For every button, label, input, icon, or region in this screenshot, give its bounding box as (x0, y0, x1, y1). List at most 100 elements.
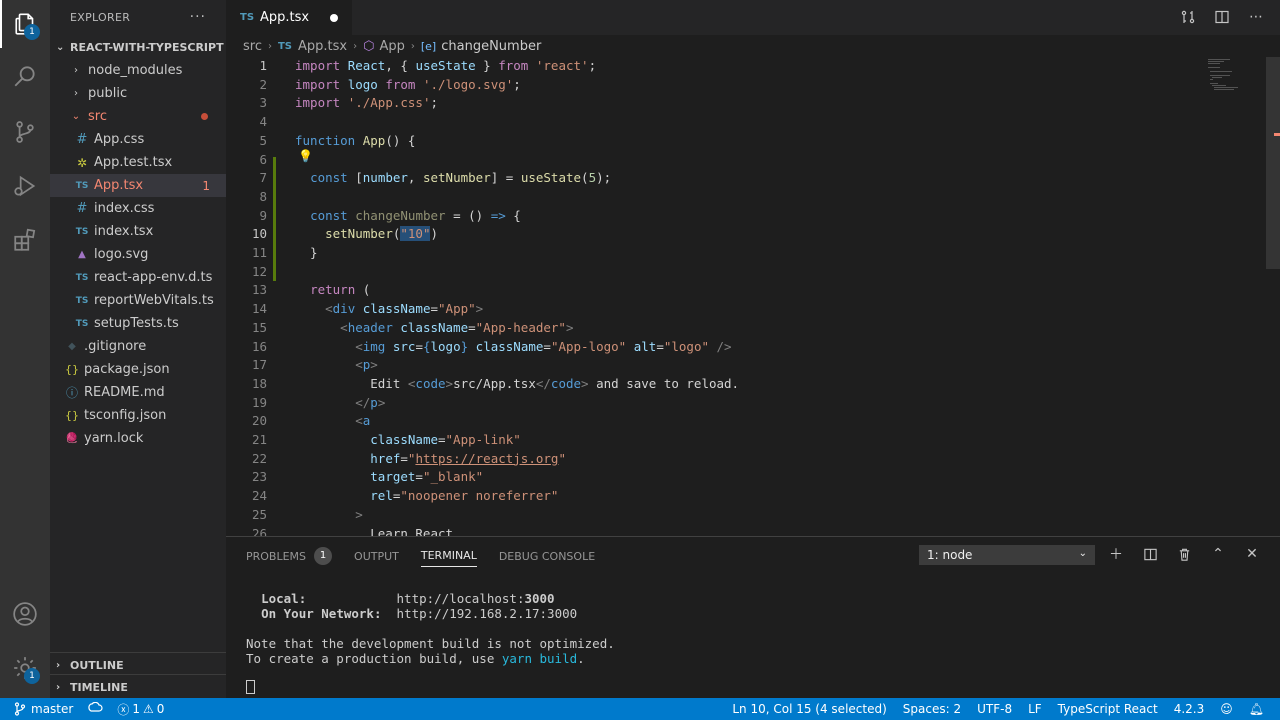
tab-terminal[interactable]: TERMINAL (420, 545, 477, 567)
language-mode[interactable]: TypeScript React (1058, 702, 1158, 716)
status-bar: master ⓧ 1 ⚠ 0 Ln 10, Col 15 (4 selected… (0, 698, 1280, 720)
project-name: REACT-WITH-TYPESCRIPT (70, 40, 224, 54)
tab-output[interactable]: OUTPUT (354, 545, 399, 567)
source-control-icon[interactable] (0, 108, 50, 156)
tree-item-app-test[interactable]: ✲ App.test.tsx (50, 151, 226, 174)
warning-icon: ⚠ (142, 702, 154, 716)
tree-item-setup-tests[interactable]: TS setupTests.ts (50, 312, 226, 335)
tab-problems[interactable]: PROBLEMS 1 (246, 545, 333, 567)
code-line: 2 import logo from './logo.svg'; (226, 76, 1206, 95)
tree-item-logo-svg[interactable]: ▲ logo.svg (50, 243, 226, 266)
tree-item-public[interactable]: › public (50, 82, 226, 105)
tree-item-app-tsx[interactable]: TS App.tsx 1 (50, 174, 226, 197)
code-line: 17 <p> (226, 356, 1206, 375)
open-changes-icon[interactable] (1180, 8, 1196, 26)
tree-item-label: src (88, 109, 107, 124)
tree-item-index-tsx[interactable]: TS index.tsx (50, 220, 226, 243)
tab-label: PROBLEMS (246, 549, 307, 563)
terminal-select[interactable]: 1: node ⌄ (919, 545, 1095, 565)
explorer-badge: 1 (24, 24, 40, 40)
tab-label: DEBUG CONSOLE (498, 549, 596, 563)
problems-indicator[interactable]: ⓧ 1 ⚠ 0 (117, 701, 164, 718)
split-terminal-icon[interactable] (1142, 545, 1158, 563)
css-file-icon: # (76, 201, 88, 216)
search-icon[interactable] (0, 52, 50, 100)
tree-item-node-modules[interactable]: › node_modules (50, 59, 226, 82)
terminal-note: To create a production build, use (246, 651, 502, 666)
tree-item-label: App.css (94, 132, 145, 147)
extensions-icon[interactable] (0, 216, 50, 264)
close-panel-icon[interactable]: ✕ (1244, 545, 1260, 563)
chevron-right-icon: › (353, 40, 358, 52)
new-terminal-icon[interactable]: ＋ (1108, 545, 1124, 563)
line-number: 19 (251, 394, 267, 410)
code-line: 3 import './App.css'; (226, 94, 1206, 113)
scrollbar-thumb[interactable] (1266, 57, 1280, 269)
line-number: 8 (259, 188, 267, 204)
project-folder-header[interactable]: ⌄ REACT-WITH-TYPESCRIPT (50, 35, 226, 59)
code-line: 19 </p> (226, 394, 1206, 413)
breadcrumb-item-file[interactable]: App.tsx (298, 39, 347, 54)
tab-debug-console[interactable]: DEBUG CONSOLE (499, 545, 595, 567)
typescript-file-icon: TS (75, 272, 89, 283)
tree-item-tsconfig[interactable]: {} tsconfig.json (50, 404, 226, 427)
tree-item-yarn-lock[interactable]: 🧶 yarn.lock (50, 427, 226, 450)
terminal-local-label: Local: (261, 591, 307, 606)
line-number: 2 (259, 76, 267, 92)
breadcrumb-item-app[interactable]: App (379, 39, 404, 54)
branch-indicator[interactable]: master (14, 702, 73, 716)
split-editor-icon[interactable] (1214, 8, 1230, 26)
chevron-up-icon[interactable]: ⌃ (1210, 545, 1226, 563)
outline-label: OUTLINE (70, 658, 124, 672)
timeline-section[interactable]: › TIMELINE (50, 674, 226, 698)
minimap[interactable] (1206, 57, 1266, 97)
end-of-line[interactable]: LF (1028, 702, 1042, 716)
tree-item-readme[interactable]: ⓘ README.md (50, 381, 226, 404)
tab-app-tsx[interactable]: TS App.tsx (226, 0, 352, 35)
tree-item-report-web-vitals[interactable]: TS reportWebVitals.ts (50, 289, 226, 312)
unsaved-dot-icon[interactable] (330, 14, 338, 22)
panel-actions: ＋ ⌃ ✕ (1108, 545, 1260, 563)
typescript-file-icon: TS (75, 295, 89, 306)
chevron-right-icon: › (74, 65, 78, 76)
chevron-right-icon: › (56, 659, 61, 671)
settings-gear-icon[interactable]: 1 (0, 644, 50, 692)
line-number: 26 (251, 525, 267, 537)
bell-icon[interactable]: 🔔︎ (1249, 702, 1264, 716)
tree-item-gitignore[interactable]: ◆ .gitignore (50, 335, 226, 358)
settings-badge: 1 (24, 668, 40, 684)
editor-scrollbar[interactable] (1266, 57, 1280, 536)
code-line: 14 <div className="App"> (226, 300, 1206, 319)
breadcrumb-item-src[interactable]: src (243, 39, 262, 54)
feedback-icon[interactable]: ☺ (1220, 702, 1233, 716)
line-number: 17 (251, 357, 267, 373)
run-debug-icon[interactable] (0, 162, 50, 210)
tree-item-package-json[interactable]: {} package.json (50, 358, 226, 381)
line-number: 4 (259, 114, 267, 130)
trash-icon[interactable] (1176, 545, 1192, 563)
tree-item-react-app-env[interactable]: TS react-app-env.d.ts (50, 266, 226, 289)
terminal-output[interactable]: Local: http://localhost:3000 On Your Net… (246, 591, 615, 666)
more-actions-icon[interactable]: ⋯ (1248, 8, 1264, 26)
indentation[interactable]: Spaces: 2 (903, 702, 961, 716)
code-line: 12 (226, 263, 1206, 282)
tree-item-app-css[interactable]: # App.css (50, 128, 226, 151)
chevron-down-icon: ⌄ (1078, 548, 1087, 559)
tree-item-src[interactable]: ⌄ src (50, 105, 226, 128)
encoding[interactable]: UTF-8 (977, 702, 1012, 716)
cursor-position[interactable]: Ln 10, Col 15 (4 selected) (732, 702, 886, 716)
git-file-icon: ◆ (68, 341, 76, 352)
line-number: 13 (251, 282, 267, 298)
account-icon[interactable] (0, 590, 50, 638)
code-line: 16 <img src={logo} className="App-logo" … (226, 338, 1206, 357)
code-editor[interactable]: 💡 1 import React, { useState } from 'reac… (226, 57, 1280, 536)
code-line: 18 Edit <code>src/App.tsx</code> and sav… (226, 375, 1206, 394)
breadcrumb-item-change-number[interactable]: changeNumber (441, 39, 541, 54)
tree-item-index-css[interactable]: # index.css (50, 197, 226, 220)
more-actions-icon[interactable]: ··· (190, 9, 206, 25)
explorer-icon[interactable]: 1 (0, 0, 50, 48)
sync-icon[interactable] (87, 701, 103, 717)
editor-actions: ⋯ (1180, 8, 1264, 26)
problems-count-badge: 1 (314, 547, 333, 565)
typescript-version[interactable]: 4.2.3 (1174, 702, 1205, 716)
